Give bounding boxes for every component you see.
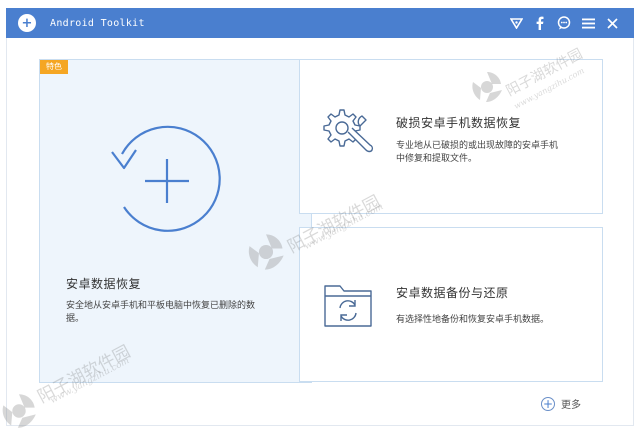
wrench-gear-icon bbox=[323, 109, 374, 153]
android-data-recovery-card[interactable]: 特色 安卓数据恢复 安全地从安卓手机和平板电脑中恢复已删除的数据。 bbox=[39, 59, 312, 383]
backup-restore-description: 有选择性地备份和恢复安卓手机数据。 bbox=[396, 315, 550, 325]
title-bar: + Android Toolkit bbox=[6, 8, 634, 38]
facebook-icon[interactable] bbox=[532, 15, 548, 31]
main-card-title: 安卓数据恢复 bbox=[66, 277, 142, 291]
backup-restore-title: 安卓数据备份与还原 bbox=[396, 286, 509, 300]
titlebar-controls bbox=[508, 15, 620, 31]
main-card-description: 安全地从安卓手机和平板电脑中恢复已删除的数据。 bbox=[66, 301, 256, 324]
more-button[interactable]: + 更多 bbox=[541, 396, 581, 411]
restore-plus-icon bbox=[111, 125, 221, 232]
broken-android-recovery-card[interactable]: 破损安卓手机数据恢复 专业地从已破损的或出现故障的安卓手机中修复和提取文件。 bbox=[299, 59, 603, 214]
wifi-triangle-icon[interactable] bbox=[508, 15, 524, 31]
backup-restore-card[interactable]: 安卓数据备份与还原 有选择性地备份和恢复安卓手机数据。 bbox=[299, 227, 603, 382]
app-logo-icon: + bbox=[18, 14, 36, 32]
menu-icon[interactable] bbox=[580, 15, 596, 31]
chat-icon[interactable] bbox=[556, 15, 572, 31]
broken-recovery-title: 破损安卓手机数据恢复 bbox=[396, 116, 522, 130]
main-content: 特色 安卓数据恢复 安全地从安卓手机和平板电脑中恢复已删除的数据。 破损安卓手机… bbox=[6, 38, 634, 426]
app-title: Android Toolkit bbox=[50, 17, 145, 29]
more-label: 更多 bbox=[561, 400, 581, 411]
featured-badge: 特色 bbox=[40, 60, 68, 74]
close-icon[interactable] bbox=[604, 15, 620, 31]
plus-circle-icon: + bbox=[541, 396, 555, 411]
broken-recovery-description: 专业地从已破损的或出现故障的安卓手机中修复和提取文件。 bbox=[396, 141, 559, 164]
folder-sync-icon bbox=[324, 285, 372, 327]
